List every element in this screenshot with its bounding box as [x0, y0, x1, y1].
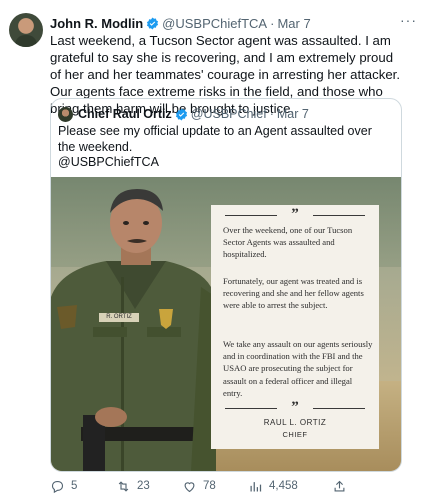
quoted-tweet-text: Please see my official update to an Agen…: [58, 124, 388, 171]
quoted-tweet-header: Chief Raul Ortiz @USBPChief · Mar 7: [58, 106, 309, 122]
tweet-date[interactable]: Mar 7: [277, 16, 310, 31]
reply-button[interactable]: 5: [50, 479, 77, 494]
retweet-button[interactable]: 23: [116, 479, 150, 494]
heart-icon: [184, 481, 195, 492]
views-button[interactable]: 4,458: [248, 479, 298, 494]
quoted-author-avatar: [58, 106, 73, 122]
author-avatar[interactable]: [9, 13, 43, 47]
card-divider: [313, 215, 365, 216]
header-separator: ·: [270, 15, 275, 31]
tweet-header: John R. Modlin @USBPChiefTCA · Mar 7: [50, 14, 417, 32]
statement-paragraph: Over the weekend, one of our Tucson Sect…: [223, 225, 353, 260]
share-icon: [334, 480, 345, 491]
verified-badge-icon: [147, 17, 159, 29]
quoted-header-separator: ·: [269, 107, 274, 121]
quoted-author-handle: @USBPChief: [190, 107, 267, 121]
quoted-tweet-image[interactable]: R. ORTIZ ” Over the weekend, one of our …: [51, 177, 401, 471]
quoted-author-name: Chief Raul Ortiz: [78, 107, 172, 121]
view-count: 4,458: [269, 480, 298, 492]
card-divider: [313, 408, 365, 409]
statement-paragraph: Fortunately, our agent was treated and i…: [223, 276, 364, 311]
quoted-tweet-date: Mar 7: [276, 107, 309, 121]
like-count: 78: [203, 480, 216, 492]
analytics-icon: [250, 481, 262, 491]
signature-title: CHIEF: [282, 430, 308, 439]
retweet-icon: [118, 480, 129, 492]
quoted-tweet-text-line: Please see my official update to an Agen…: [58, 124, 372, 154]
reply-icon: [51, 480, 64, 493]
verified-badge-icon: [175, 108, 187, 120]
name-tag-text: R. ORTIZ: [106, 314, 132, 320]
share-button[interactable]: [332, 479, 347, 494]
quoted-tweet[interactable]: Chief Raul Ortiz @USBPChief · Mar 7 Plea…: [50, 98, 402, 472]
more-icon[interactable]: ···: [400, 12, 417, 28]
author-handle[interactable]: @USBPChiefTCA: [162, 16, 267, 31]
quoted-tweet-mention: @USBPChiefTCA: [58, 155, 159, 169]
retweet-count: 23: [137, 480, 150, 492]
tweet: John R. Modlin @USBPChiefTCA · Mar 7 ···…: [0, 0, 427, 500]
author-name[interactable]: John R. Modlin: [50, 16, 143, 31]
like-button[interactable]: 78: [182, 479, 216, 494]
statement-card: ” Over the weekend, one of our Tucson Se…: [211, 205, 379, 449]
tweet-actions: 5 23 78 4,458: [50, 476, 410, 496]
statement-paragraph: We take any assault on our agents seriou…: [223, 339, 373, 398]
signature-name: RAUL L. ORTIZ: [263, 418, 327, 427]
reply-count: 5: [71, 480, 78, 492]
